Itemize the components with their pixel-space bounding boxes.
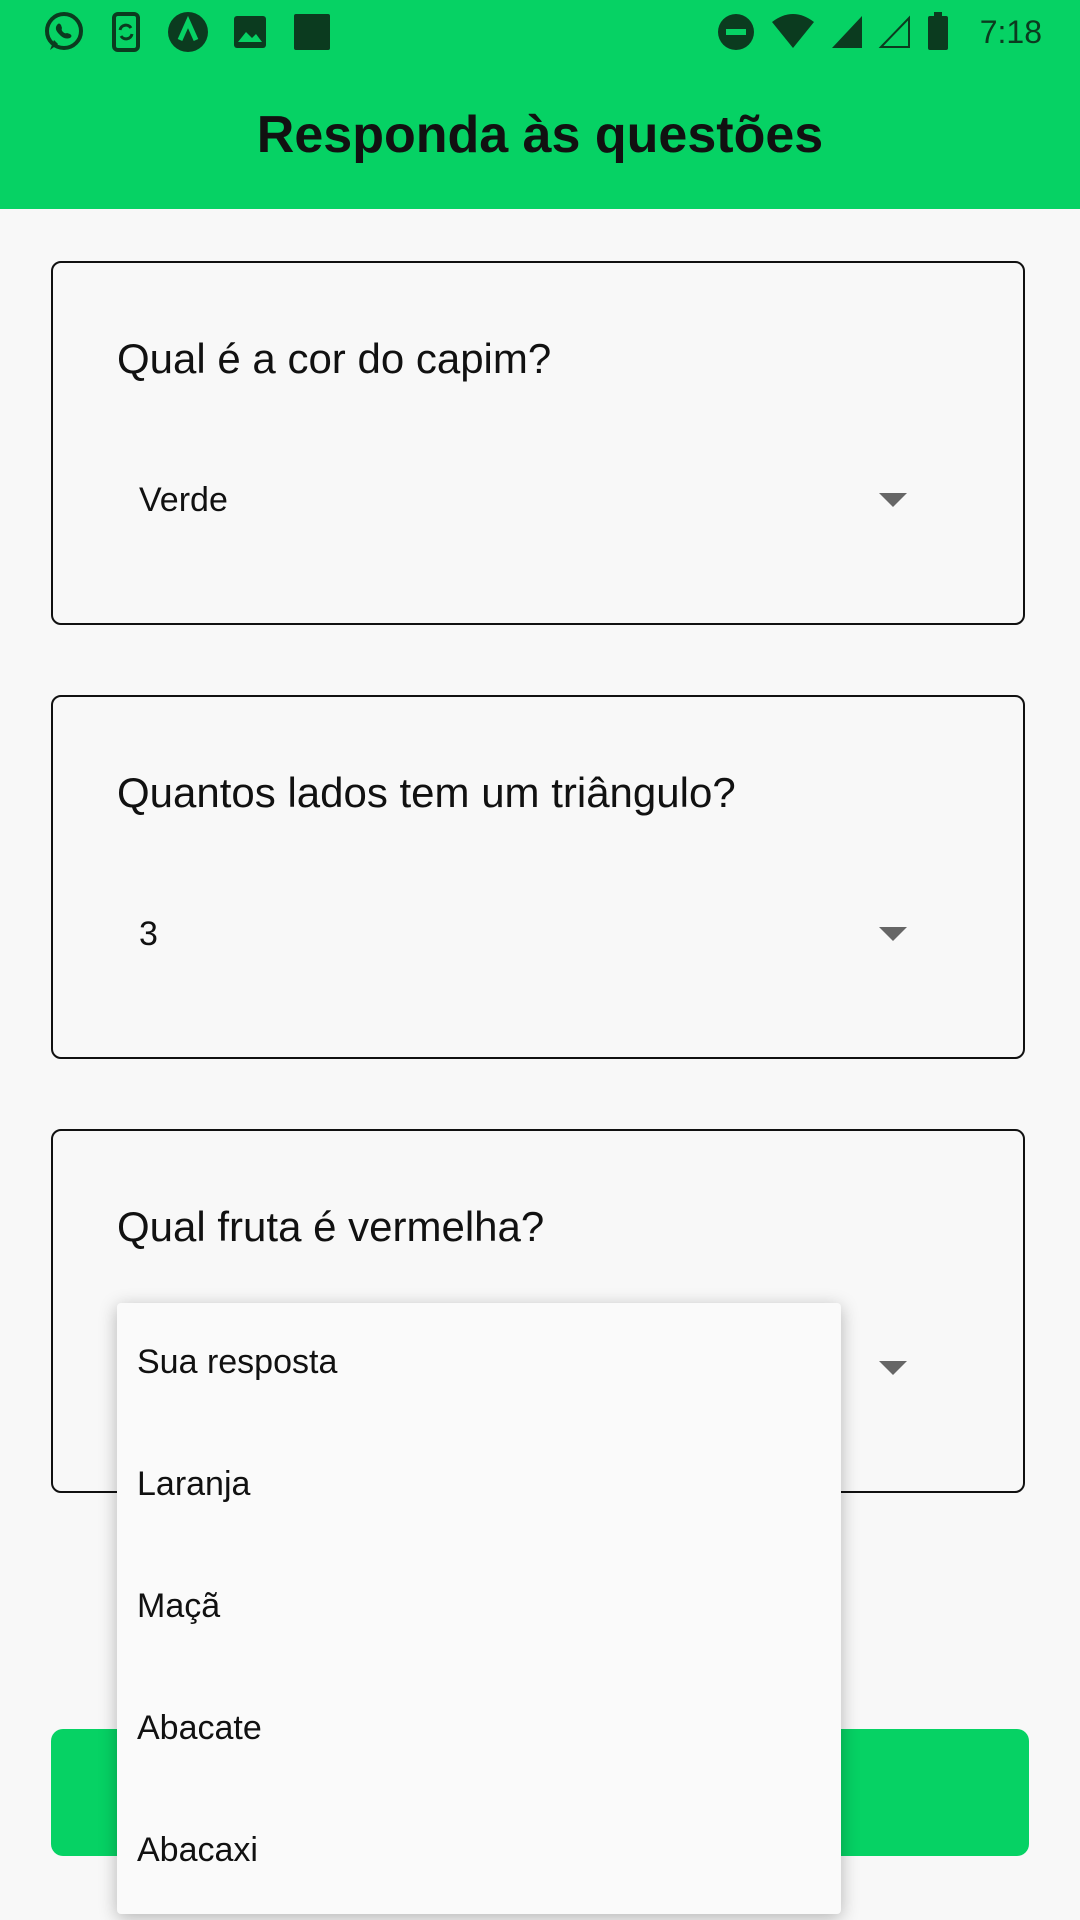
chevron-down-icon — [879, 493, 907, 507]
signal-icon — [830, 12, 864, 52]
select-value: 3 — [139, 915, 158, 953]
app-lambda-icon — [166, 10, 210, 54]
phone-sync-icon — [104, 10, 148, 54]
answer-select[interactable]: Verde — [117, 463, 907, 543]
system-icons: 7:18 — [716, 10, 1042, 54]
question-card: Qual é a cor do capim? Verde — [51, 261, 1025, 625]
question-text: Quantos lados tem um triângulo? — [117, 769, 736, 816]
battery-icon — [926, 12, 950, 52]
status-time: 7:18 — [979, 13, 1042, 50]
dropdown-option[interactable]: Maçã — [137, 1587, 220, 1626]
select-value: Verde — [139, 481, 228, 519]
dropdown-option[interactable]: Sua resposta — [137, 1343, 337, 1382]
chevron-down-icon — [879, 927, 907, 941]
whatsapp-icon — [42, 10, 86, 54]
square-icon — [290, 10, 334, 54]
question-text: Qual fruta é vermelha? — [117, 1203, 545, 1250]
app-bar: Responda às questões — [0, 64, 1080, 209]
chevron-down-icon — [879, 1361, 907, 1375]
dropdown-option[interactable]: Laranja — [137, 1465, 250, 1504]
dropdown-option[interactable]: Abacaxi — [137, 1831, 258, 1870]
dropdown-option[interactable]: Abacate — [137, 1709, 262, 1748]
image-icon — [228, 10, 272, 54]
question-text: Qual é a cor do capim? — [117, 335, 552, 382]
answer-select[interactable]: 3 — [117, 897, 907, 977]
status-bar: 7:18 — [0, 0, 1080, 64]
dropdown-menu: Sua resposta Laranja Maçã Abacate Abacax… — [117, 1303, 841, 1914]
notification-icons — [42, 10, 334, 54]
question-card: Quantos lados tem um triângulo? 3 — [51, 695, 1025, 1059]
signal-empty-icon — [878, 12, 912, 52]
dnd-icon — [716, 12, 756, 52]
page-title: Responda às questões — [256, 105, 824, 164]
wifi-icon — [770, 12, 816, 52]
